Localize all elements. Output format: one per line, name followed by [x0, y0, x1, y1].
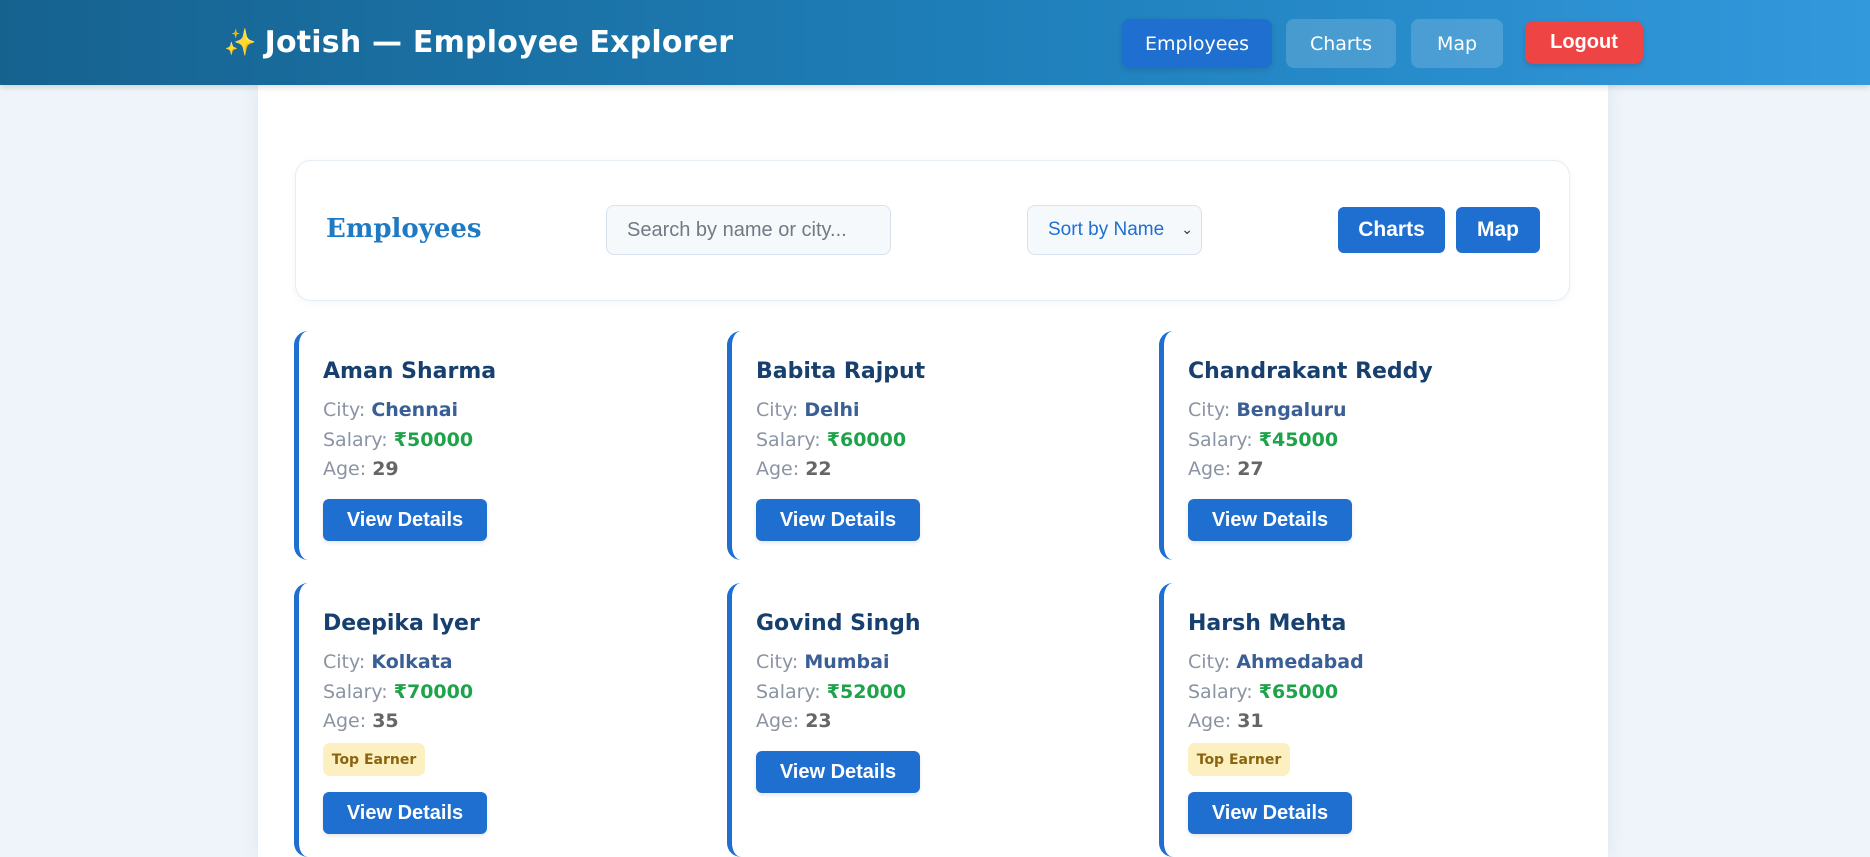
top-earner-badge: Top Earner: [323, 743, 425, 776]
employee-card: Chandrakant Reddy City: Bengaluru Salary…: [1159, 331, 1569, 560]
employee-salary: Salary: ₹70000: [323, 681, 474, 703]
employee-name: Deepika Iyer: [323, 611, 480, 636]
employee-salary: Salary: ₹52000: [756, 681, 907, 703]
employee-age: Age: 29: [323, 458, 399, 480]
logout-button[interactable]: Logout: [1525, 21, 1643, 64]
employee-name: Aman Sharma: [323, 359, 497, 384]
employee-city: City: Chennai: [323, 399, 459, 421]
employee-city: City: Kolkata: [323, 651, 453, 673]
employee-age: Age: 35: [323, 710, 399, 732]
nav-employees[interactable]: Employees: [1122, 19, 1272, 68]
employee-card: Harsh Mehta City: Ahmedabad Salary: ₹650…: [1159, 583, 1569, 857]
employee-name: Chandrakant Reddy: [1188, 359, 1433, 384]
nav-map[interactable]: Map: [1411, 19, 1503, 68]
employee-salary: Salary: ₹50000: [323, 429, 474, 451]
view-details-button[interactable]: View Details: [323, 792, 487, 834]
view-details-button[interactable]: View Details: [756, 499, 920, 541]
sort-select[interactable]: Sort by Name ⌄: [1027, 205, 1202, 255]
sort-select-value: Sort by Name: [1048, 219, 1165, 240]
top-earner-badge: Top Earner: [1188, 743, 1290, 776]
employee-city: City: Ahmedabad: [1188, 651, 1364, 673]
employee-city: City: Bengaluru: [1188, 399, 1347, 421]
view-details-button[interactable]: View Details: [1188, 499, 1352, 541]
employee-age: Age: 27: [1188, 458, 1264, 480]
employee-name: Harsh Mehta: [1188, 611, 1347, 636]
employee-name: Govind Singh: [756, 611, 921, 636]
employee-name: Babita Rajput: [756, 359, 926, 384]
map-button[interactable]: Map: [1456, 207, 1540, 253]
employee-card: Deepika Iyer City: Kolkata Salary: ₹7000…: [294, 583, 704, 857]
employee-city: City: Mumbai: [756, 651, 890, 673]
employee-card: Babita Rajput City: Delhi Salary: ₹60000…: [727, 331, 1137, 560]
search-input[interactable]: [606, 205, 891, 255]
employee-card: Govind Singh City: Mumbai Salary: ₹52000…: [727, 583, 1137, 857]
nav-charts[interactable]: Charts: [1286, 19, 1396, 68]
top-navbar: ✨ Jotish — Employee Explorer Employees C…: [0, 0, 1870, 85]
page-title: Employees: [326, 214, 482, 244]
view-details-button[interactable]: View Details: [1188, 792, 1352, 834]
employee-city: City: Delhi: [756, 399, 860, 421]
employee-card: Aman Sharma City: Chennai Salary: ₹50000…: [294, 331, 704, 560]
employee-salary: Salary: ₹65000: [1188, 681, 1339, 703]
charts-button[interactable]: Charts: [1338, 207, 1445, 253]
brand: ✨ Jotish — Employee Explorer: [224, 0, 733, 85]
employee-age: Age: 22: [756, 458, 832, 480]
employee-salary: Salary: ₹60000: [756, 429, 907, 451]
view-details-button[interactable]: View Details: [323, 499, 487, 541]
brand-title: Jotish — Employee Explorer: [264, 25, 734, 60]
employee-salary: Salary: ₹45000: [1188, 429, 1339, 451]
sparkles-icon: ✨: [224, 27, 257, 58]
employee-age: Age: 31: [1188, 710, 1264, 732]
chevron-down-icon: ⌄: [1181, 221, 1193, 237]
view-details-button[interactable]: View Details: [756, 751, 920, 793]
employee-age: Age: 23: [756, 710, 832, 732]
